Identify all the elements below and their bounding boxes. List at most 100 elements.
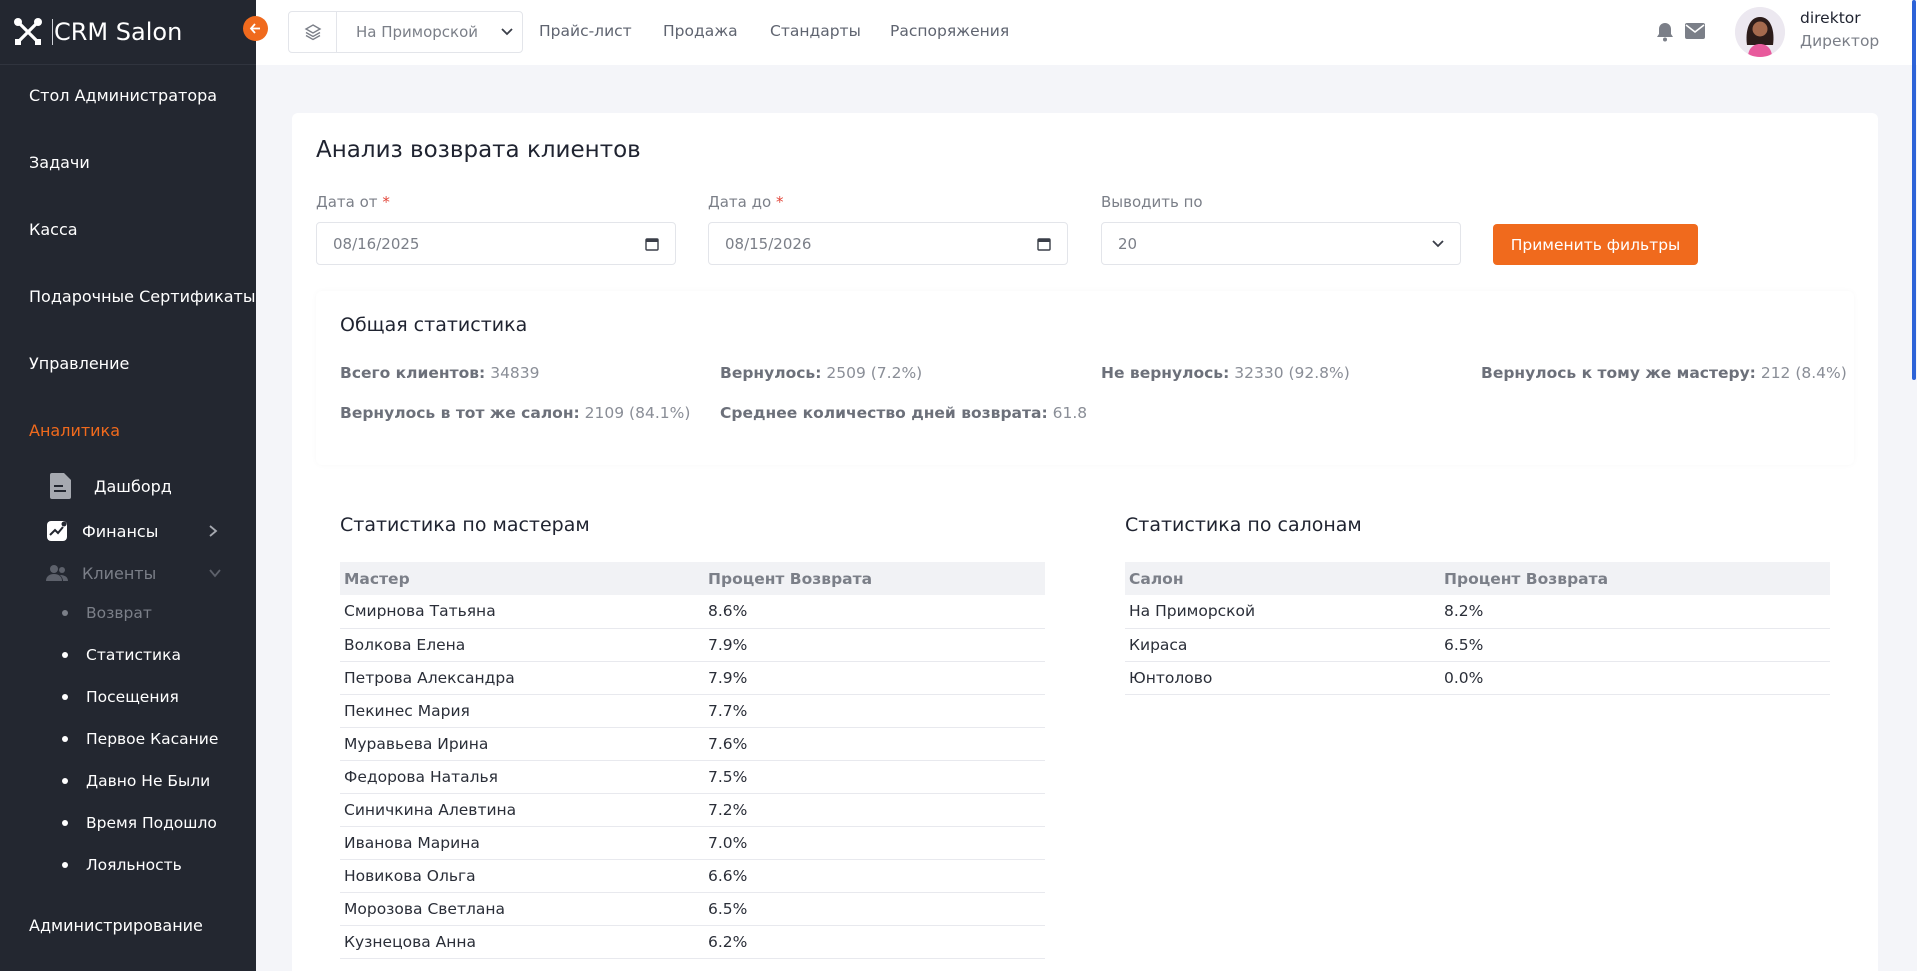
arrow-left-icon xyxy=(249,23,260,34)
stat-value: 61.8 xyxy=(1052,404,1088,422)
table-row: Петрова Александра 7.9% xyxy=(340,661,1045,695)
cell-name: Волкова Елена xyxy=(340,628,704,662)
avatar-icon xyxy=(1735,7,1785,57)
col-return-percent[interactable]: Процент Возврата xyxy=(1440,562,1830,595)
sidebar-item-admin-desk[interactable]: Стол Администратора xyxy=(29,86,217,105)
cell-percent: 7.9% xyxy=(704,628,1045,662)
cell-name: Кираса xyxy=(1125,628,1440,662)
cell-name: Новикова Ольга xyxy=(340,859,704,893)
stat-same-master: Вернулось к тому же мастеру: 212 (8.4%) xyxy=(1481,364,1847,382)
table-row: Смирнова Татьяна 8.6% xyxy=(340,595,1045,629)
logo[interactable]: CRM Salon xyxy=(0,0,256,65)
topnav-price-list[interactable]: Прайс-лист xyxy=(539,22,632,40)
table-row: Морозова Светлана 6.5% xyxy=(340,892,1045,926)
sidebar-item-long-absent[interactable]: Давно Не Были xyxy=(62,772,210,790)
table-row: Юнтолово 0.0% xyxy=(1125,661,1830,695)
topnav-orders[interactable]: Распоряжения xyxy=(890,22,1009,40)
chevron-down-icon xyxy=(209,569,221,578)
stat-avg-days: Среднее количество дней возврата: 61.8 xyxy=(720,404,1087,422)
date-to-input[interactable]: 08/15/2026 xyxy=(708,222,1068,265)
sidebar-item-first-touch[interactable]: Первое Касание xyxy=(62,730,218,748)
cell-percent: 7.2% xyxy=(704,793,1045,827)
topnav-standards[interactable]: Стандарты xyxy=(770,22,861,40)
apply-filters-button[interactable]: Применить фильтры xyxy=(1493,224,1698,265)
table-row: Пекинес Мария 7.7% xyxy=(340,694,1045,728)
bell-icon[interactable] xyxy=(1656,22,1674,42)
sidebar: CRM Salon Стол Администратора Задачи Кас… xyxy=(0,0,256,971)
sidebar-item-label: Дашборд xyxy=(94,476,172,496)
table-row: Иванова Марина 7.0% xyxy=(340,826,1045,860)
sidebar-item-administration[interactable]: Администрирование xyxy=(29,916,203,935)
user-name: direktor xyxy=(1800,9,1861,27)
stat-value: 212 (8.4%) xyxy=(1760,364,1847,382)
cell-percent: 6.5% xyxy=(704,892,1045,926)
cell-percent: 8.6% xyxy=(704,595,1045,629)
sidebar-collapse-button[interactable] xyxy=(243,16,268,41)
cell-percent: 0.0% xyxy=(1440,661,1830,695)
bullet-icon xyxy=(62,736,68,742)
bullet-icon xyxy=(62,652,68,658)
sidebar-item-time-came[interactable]: Время Подошло xyxy=(62,814,217,832)
mail-icon[interactable] xyxy=(1685,23,1705,39)
cell-name: Морозова Светлана xyxy=(340,892,704,926)
sidebar-item-tasks[interactable]: Задачи xyxy=(29,153,90,172)
sidebar-item-visits[interactable]: Посещения xyxy=(62,688,179,706)
cell-percent: 6.5% xyxy=(1440,628,1830,662)
sidebar-item-label: Первое Касание xyxy=(86,730,219,748)
document-icon xyxy=(48,472,74,500)
cell-percent: 7.6% xyxy=(704,727,1045,761)
col-return-percent[interactable]: Процент Возврата xyxy=(704,562,1045,595)
sidebar-item-clients[interactable]: Клиенты xyxy=(46,562,226,584)
sidebar-item-label: Статистика xyxy=(86,646,181,664)
sidebar-item-cashbox[interactable]: Касса xyxy=(29,220,78,239)
topnav-sale[interactable]: Продажа xyxy=(663,22,738,40)
sidebar-item-statistics[interactable]: Статистика xyxy=(62,646,181,664)
app-title: CRM Salon xyxy=(52,18,183,46)
calendar-icon[interactable] xyxy=(645,237,659,251)
date-to-label: Дата до * xyxy=(708,193,783,211)
sidebar-item-management[interactable]: Управление xyxy=(29,354,129,373)
masters-title: Статистика по мастерам xyxy=(340,514,590,536)
masters-table: Мастер Процент Возврата Смирнова Татьяна… xyxy=(340,562,1045,959)
user-avatar[interactable] xyxy=(1735,7,1785,57)
page-size-label: Выводить по xyxy=(1101,193,1203,211)
stat-total-clients: Всего клиентов: 34839 xyxy=(340,364,540,382)
stat-label: Вернулось в тот же салон: xyxy=(340,404,580,422)
chevron-down-icon xyxy=(492,28,522,36)
cell-percent: 7.0% xyxy=(704,826,1045,860)
sidebar-item-analytics[interactable]: Аналитика xyxy=(29,421,120,440)
table-row: Кираса 6.5% xyxy=(1125,628,1830,662)
stat-label: Не вернулось: xyxy=(1101,364,1230,382)
table-row: Муравьева Ирина 7.6% xyxy=(340,727,1045,761)
cell-percent: 6.6% xyxy=(704,859,1045,893)
sidebar-item-finance[interactable]: Финансы xyxy=(46,520,226,542)
cell-name: Муравьева Ирина xyxy=(340,727,704,761)
sidebar-item-label: Лояльность xyxy=(86,856,182,874)
sidebar-item-loyalty[interactable]: Лояльность xyxy=(62,856,182,874)
cell-name: Синичкина Алевтина xyxy=(340,793,704,827)
date-to-label-text: Дата до xyxy=(708,193,772,211)
cell-name: Юнтолово xyxy=(1125,661,1440,695)
stat-returned: Вернулось: 2509 (7.2%) xyxy=(720,364,922,382)
cell-name: Иванова Марина xyxy=(340,826,704,860)
calendar-icon[interactable] xyxy=(1037,237,1051,251)
users-icon xyxy=(46,562,68,584)
stat-not-returned: Не вернулось: 32330 (92.8%) xyxy=(1101,364,1350,382)
salon-select[interactable]: На Приморской xyxy=(288,11,523,53)
sidebar-item-gift-certificates[interactable]: Подарочные Сертификаты xyxy=(29,287,256,306)
page-size-select[interactable]: 20 xyxy=(1101,222,1461,265)
sidebar-item-label: Клиенты xyxy=(82,563,157,583)
sidebar-item-dashboard[interactable]: Дашборд xyxy=(48,472,172,500)
layers-icon xyxy=(289,12,337,52)
date-from-label: Дата от * xyxy=(316,193,390,211)
col-master[interactable]: Мастер xyxy=(340,562,704,595)
table-row: Новикова Ольга 6.6% xyxy=(340,859,1045,893)
page-size-value: 20 xyxy=(1118,234,1138,253)
col-salon[interactable]: Салон xyxy=(1125,562,1440,595)
page-scrollbar[interactable] xyxy=(1912,0,1916,380)
sidebar-item-return[interactable]: Возврат xyxy=(62,604,152,622)
salons-title: Статистика по салонам xyxy=(1125,514,1362,536)
required-mark: * xyxy=(775,193,784,211)
date-from-input[interactable]: 08/16/2025 xyxy=(316,222,676,265)
cell-name: Федорова Наталья xyxy=(340,760,704,794)
